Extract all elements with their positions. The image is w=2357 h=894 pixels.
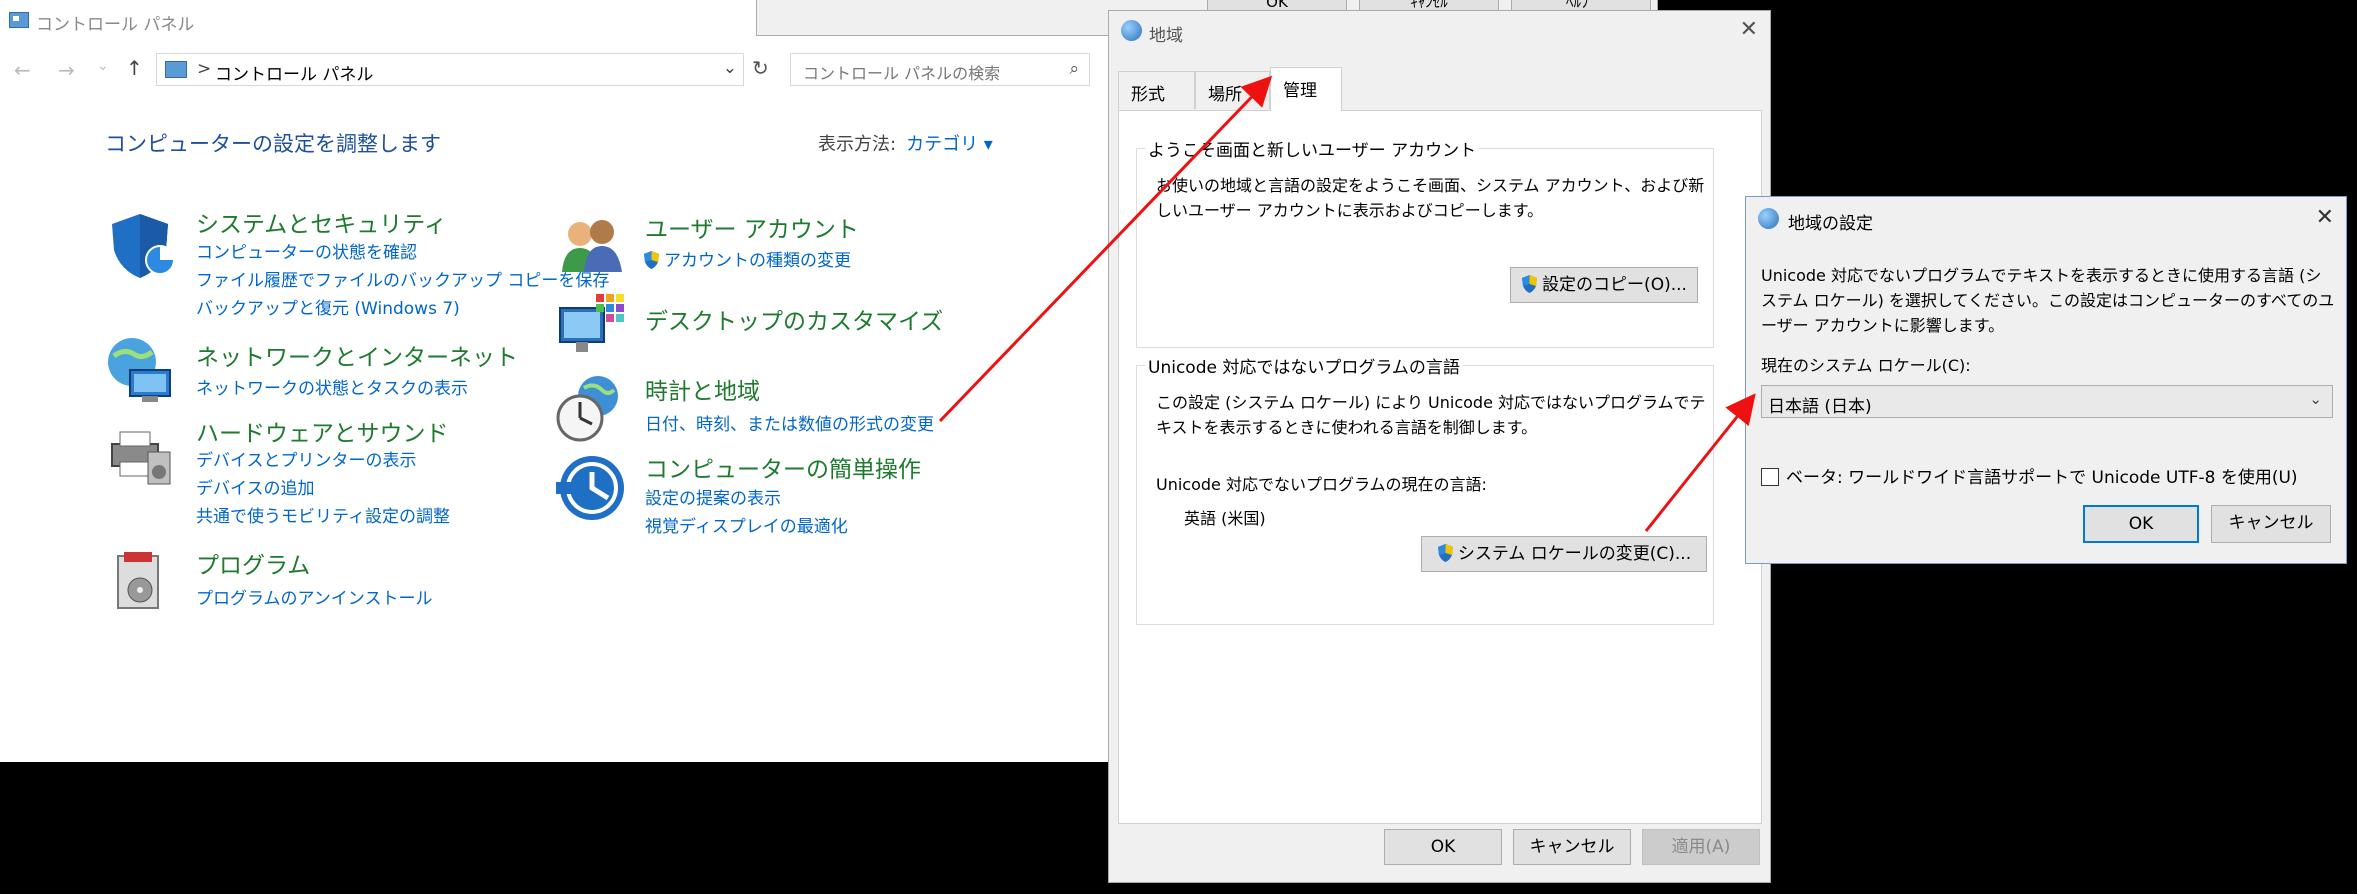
non-unicode-group-legend: Unicode 対応ではないプログラムの言語 xyxy=(1145,353,1463,378)
ok-button[interactable]: OK xyxy=(2083,505,2199,543)
category-clock-region[interactable]: 時計と地域 xyxy=(645,372,760,406)
tab-panel-administrative: ようこそ画面と新しいユーザー アカウント お使いの地域と言語の設定をようこそ画面… xyxy=(1118,110,1762,824)
link-check-computer-status[interactable]: コンピューターの状態を確認 xyxy=(196,238,417,263)
search-icon[interactable]: ⌕ xyxy=(1069,59,1079,79)
current-language-value: 英語 (米国) xyxy=(1184,509,1266,528)
link-devices-printers[interactable]: デバイスとプリンターの表示 xyxy=(196,446,417,471)
cancel-button[interactable]: キャンセル xyxy=(2211,505,2331,543)
category-desktop-customization[interactable]: デスクトップのカスタマイズ xyxy=(645,302,943,336)
link-optimize-visual-display[interactable]: 視覚ディスプレイの最適化 xyxy=(645,512,848,537)
uac-shield-icon xyxy=(644,251,659,269)
category-hardware-sound[interactable]: ハードウェアとサウンド xyxy=(196,414,449,448)
ok-button[interactable]: OK xyxy=(1384,829,1502,865)
link-mobility-settings[interactable]: 共通で使うモビリティ設定の調整 xyxy=(196,502,450,527)
category-user-accounts[interactable]: ユーザー アカウント xyxy=(645,210,859,244)
dialog-title: 地域の設定 xyxy=(1788,214,1873,234)
region-dialog: 地域 ✕ 形式 場所 管理 ようこそ画面と新しいユーザー アカウント お使いの地… xyxy=(1108,10,1771,883)
recent-dropdown-icon[interactable]: ⌄ xyxy=(97,58,109,74)
breadcrumb-separator-icon: > xyxy=(197,59,212,79)
close-icon[interactable]: ✕ xyxy=(1740,17,1758,42)
control-panel-icon xyxy=(165,61,187,78)
breadcrumb-control-panel[interactable]: コントロール パネル xyxy=(215,60,373,85)
view-by-label: 表示方法: xyxy=(818,134,897,155)
link-add-device[interactable]: デバイスの追加 xyxy=(196,474,315,499)
page-title: コンピューターの設定を調整します xyxy=(105,132,441,156)
refresh-icon[interactable]: ↻ xyxy=(752,56,769,80)
window-title: コントロール パネル xyxy=(36,15,195,35)
change-system-locale-button[interactable]: システム ロケールの変更(C)... xyxy=(1421,536,1707,572)
current-language-label: Unicode 対応でないプログラムの現在の言語: xyxy=(1156,475,1487,494)
current-locale-label: 現在のシステム ロケール(C): xyxy=(1761,356,1971,375)
link-network-status[interactable]: ネットワークの状態とタスクの表示 xyxy=(196,374,468,399)
locale-description: Unicode 対応でないプログラムでテキストを表示するときに使用する言語 (シ… xyxy=(1761,266,2335,335)
forward-arrow-icon[interactable]: → xyxy=(58,58,75,82)
tab-location[interactable]: 場所 xyxy=(1195,71,1270,109)
desktop-customize-icon[interactable] xyxy=(556,290,628,362)
region-settings-dialog: 地域の設定 ✕ Unicode 対応でないプログラムでテキストを表示するときに使… xyxy=(1745,196,2347,564)
utf8-beta-label[interactable]: ベータ: ワールドワイド言語サポートで Unicode UTF-8 を使用(U) xyxy=(1786,463,2298,488)
control-panel-icon xyxy=(9,12,29,28)
link-change-date-time-format[interactable]: 日付、時刻、または数値の形式の変更 xyxy=(645,410,934,435)
link-backup-restore[interactable]: バックアップと復元 (Windows 7) xyxy=(196,294,460,319)
link-suggested-settings[interactable]: 設定の提案の表示 xyxy=(645,484,781,509)
category-ease-of-access[interactable]: コンピューターの簡単操作 xyxy=(645,450,921,484)
chevron-down-icon[interactable]: ⌄ xyxy=(723,58,737,78)
category-network-internet[interactable]: ネットワークとインターネット xyxy=(196,338,518,372)
link-uninstall-program[interactable]: プログラムのアンインストール xyxy=(196,584,432,609)
shield-icon[interactable] xyxy=(106,210,178,282)
uac-shield-icon xyxy=(1522,275,1538,293)
system-locale-value: 日本語 (日本) xyxy=(1768,397,1872,417)
category-programs[interactable]: プログラム xyxy=(196,546,310,580)
utf8-beta-checkbox[interactable] xyxy=(1761,468,1779,486)
non-unicode-description: この設定 (システム ロケール) により Unicode 対応ではないプログラム… xyxy=(1156,393,1706,437)
welcome-screen-group: ようこそ画面と新しいユーザー アカウント お使いの地域と言語の設定をようこそ画面… xyxy=(1136,136,1714,348)
control-panel-window: コントロール パネル ← → ⌄ ↑ > コントロール パネル ⌄ ↻ コントロ… xyxy=(0,0,1108,762)
close-icon[interactable]: ✕ xyxy=(2316,205,2334,230)
welcome-group-legend: ようこそ画面と新しいユーザー アカウント xyxy=(1145,136,1480,161)
up-arrow-icon[interactable]: ↑ xyxy=(126,56,143,80)
dialog-title: 地域 xyxy=(1149,26,1183,46)
system-locale-select[interactable]: 日本語 (日本) ⌄ xyxy=(1761,385,2333,418)
change-system-locale-label: システム ロケールの変更(C)... xyxy=(1457,544,1692,564)
non-unicode-group: Unicode 対応ではないプログラムの言語 この設定 (システム ロケール) … xyxy=(1136,353,1714,625)
chevron-down-icon: ⌄ xyxy=(2309,390,2322,408)
welcome-group-description: お使いの地域と言語の設定をようこそ画面、システム アカウント、および新しいユーザ… xyxy=(1156,176,1705,220)
link-change-account-type-label: アカウントの種類の変更 xyxy=(664,251,851,271)
link-file-history-backup[interactable]: ファイル履歴でファイルのバックアップ コピーを保存 xyxy=(196,266,609,291)
link-change-account-type[interactable]: アカウントの種類の変更 xyxy=(643,246,851,271)
uac-shield-icon xyxy=(1437,544,1453,562)
view-by-dropdown[interactable]: カテゴリ ▾ xyxy=(906,134,993,155)
search-box[interactable]: コントロール パネルの検索 ⌕ xyxy=(790,53,1090,86)
users-icon[interactable] xyxy=(556,210,628,282)
clock-region-icon[interactable] xyxy=(554,372,626,444)
tab-formats[interactable]: 形式 xyxy=(1118,71,1195,109)
printer-icon[interactable] xyxy=(104,418,176,490)
apply-button[interactable]: 適用(A) xyxy=(1642,829,1760,865)
address-bar[interactable]: > コントロール パネル ⌄ xyxy=(156,53,744,86)
copy-settings-label: 設定のコピー(O)... xyxy=(1542,275,1687,295)
back-arrow-icon[interactable]: ← xyxy=(14,58,31,82)
globe-icon xyxy=(1758,208,1779,229)
cancel-button[interactable]: キャンセル xyxy=(1513,829,1631,865)
view-by: 表示方法: カテゴリ ▾ xyxy=(818,130,993,156)
copy-settings-button[interactable]: 設定のコピー(O)... xyxy=(1510,267,1698,303)
tab-administrative[interactable]: 管理 xyxy=(1270,67,1342,111)
globe-icon xyxy=(1121,20,1142,41)
ease-of-access-icon[interactable] xyxy=(556,452,628,524)
search-input[interactable]: コントロール パネルの検索 xyxy=(803,60,1000,84)
category-system-security[interactable]: システムとセキュリティ xyxy=(196,205,447,239)
programs-icon[interactable] xyxy=(104,546,176,618)
network-globe-icon[interactable] xyxy=(104,334,176,406)
